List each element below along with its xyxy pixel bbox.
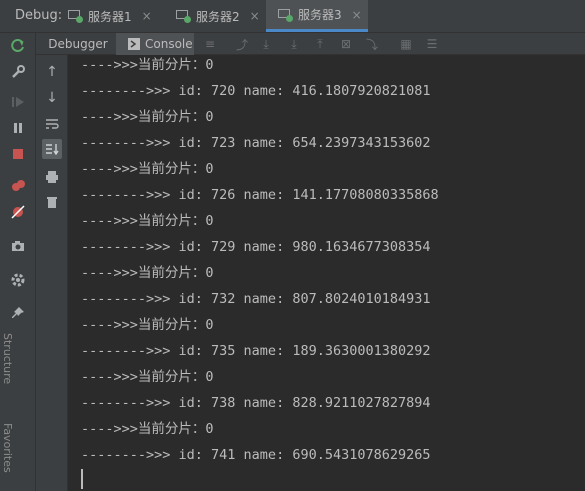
debug-actions-toolbar: Structure Favorites <box>0 33 36 491</box>
console-actions-toolbar: ↑ ↓ <box>36 55 68 491</box>
console-line: -------->>> id: 720 name: 416.1807920821… <box>81 83 431 99</box>
close-icon[interactable]: × <box>142 9 152 23</box>
scroll-to-end-icon[interactable] <box>42 139 62 159</box>
tab-label: 服务器1 <box>88 9 132 24</box>
camera-icon[interactable] <box>8 236 28 256</box>
console-line: -------->>> id: 723 name: 654.2397343153… <box>81 135 431 151</box>
run-config-icon <box>68 9 83 23</box>
mute-breakpoints-icon[interactable] <box>8 202 28 222</box>
step-over-icon[interactable]: ⤓ <box>258 36 274 52</box>
step-out-icon[interactable]: ⤒ <box>312 36 328 52</box>
debug-tool-window-header: Debug: 服务器1 × 服务器2 × 服务器3 × <box>0 0 585 33</box>
trace-icon[interactable]: ☰ <box>424 36 440 52</box>
console-line: ---->>>当前分片：0 <box>81 265 214 281</box>
console-line: -------->>> id: 735 name: 189.3630001380… <box>81 343 431 359</box>
console-line: ---->>>当前分片：0 <box>81 213 214 229</box>
print-icon[interactable] <box>42 167 62 187</box>
settings-icon[interactable] <box>8 270 28 290</box>
run-to-cursor-icon[interactable]: ⤵ <box>364 36 380 52</box>
tab-console-label: Console <box>145 37 193 51</box>
wrench-icon[interactable] <box>8 62 28 82</box>
close-icon[interactable]: × <box>352 8 362 22</box>
view-breakpoints-icon[interactable] <box>8 176 28 196</box>
console-line: ---->>>当前分片：0 <box>81 421 214 437</box>
resume-icon[interactable] <box>8 92 28 112</box>
console-line: ---->>>当前分片：0 <box>81 369 214 385</box>
console-line: -------->>> id: 738 name: 828.9211027827… <box>81 395 431 411</box>
text-caret <box>81 469 83 489</box>
stop-icon[interactable] <box>8 144 28 164</box>
debug-sub-toolbar: Debugger Console ≡ ⤴ ⤓ ⤓ ⤒ ⊠ ⤵ ▦ ☰ <box>36 33 585 55</box>
show-execution-point-icon[interactable]: ⤴ <box>234 36 250 52</box>
console-line: -------->>> id: 726 name: 141.1770808033… <box>81 187 439 203</box>
structure-side-tab[interactable]: Structure <box>1 333 14 384</box>
tab-console[interactable]: Console <box>116 33 194 55</box>
trash-icon[interactable] <box>42 192 62 212</box>
tab-debugger-label: Debugger <box>48 37 108 51</box>
close-icon[interactable]: × <box>250 9 260 23</box>
console-line: ---->>>当前分片：0 <box>81 317 214 333</box>
up-arrow-icon[interactable]: ↑ <box>42 62 62 82</box>
soft-wrap-icon[interactable] <box>42 114 62 134</box>
run-config-icon <box>176 9 191 23</box>
tab-label: 服务器2 <box>196 9 240 24</box>
console-output[interactable]: ---->>>当前分片：0 -------->>> id: 720 name: … <box>68 55 585 491</box>
tab-server-2[interactable]: 服务器2 × <box>166 0 266 32</box>
drop-frame-icon[interactable]: ⊠ <box>338 36 354 52</box>
pin-icon[interactable] <box>8 303 28 323</box>
menu-icon[interactable]: ≡ <box>202 36 218 52</box>
console-line: ---->>>当前分片：0 <box>81 57 214 73</box>
console-icon <box>128 38 140 50</box>
console-line: -------->>> id: 732 name: 807.8024010184… <box>81 291 431 307</box>
run-config-icon <box>278 8 293 22</box>
tab-debugger[interactable]: Debugger <box>42 33 114 55</box>
tab-server-1[interactable]: 服务器1 × <box>62 0 166 32</box>
favorites-side-tab[interactable]: Favorites <box>1 423 14 473</box>
step-into-icon[interactable]: ⤓ <box>286 36 302 52</box>
down-arrow-icon[interactable]: ↓ <box>42 88 62 108</box>
pause-icon[interactable] <box>8 118 28 138</box>
tab-server-3[interactable]: 服务器3 × <box>266 0 368 32</box>
console-line: -------->>> id: 729 name: 980.1634677308… <box>81 239 431 255</box>
debug-title: Debug: <box>15 8 63 23</box>
rerun-icon[interactable] <box>8 36 28 56</box>
console-line: -------->>> id: 741 name: 690.5431078629… <box>81 447 431 463</box>
console-line: ---->>>当前分片：0 <box>81 161 214 177</box>
tab-label: 服务器3 <box>298 8 342 22</box>
console-line: ---->>>当前分片：0 <box>81 109 214 125</box>
evaluate-expression-icon[interactable]: ▦ <box>398 36 414 52</box>
